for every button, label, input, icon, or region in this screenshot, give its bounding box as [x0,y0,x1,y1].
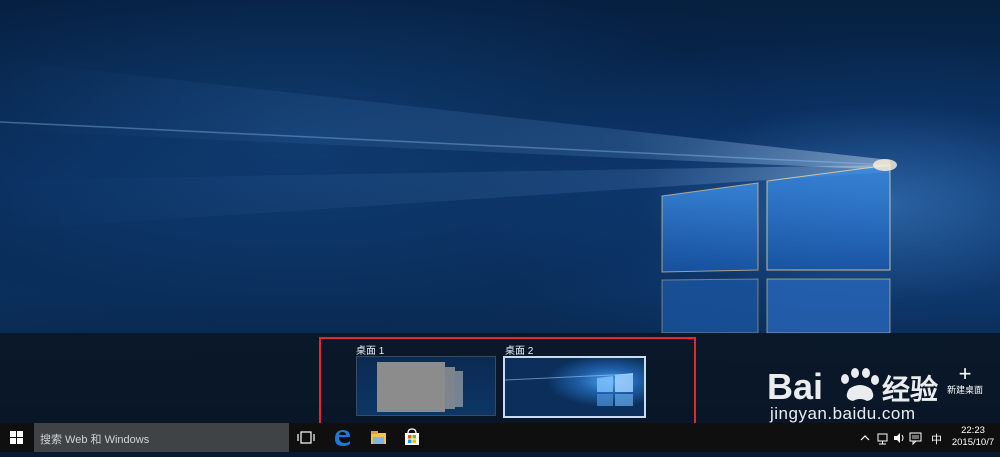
file-explorer-button[interactable] [361,423,395,452]
store-icon [405,428,419,445]
volume-icon [894,433,904,443]
tray-icons [860,432,922,446]
file-explorer-icon [371,431,386,444]
edge-button[interactable] [325,423,359,452]
desktops-highlight-box [319,337,696,425]
network-icon [877,433,888,445]
store-button[interactable] [395,423,429,452]
action-center-icon [909,432,922,446]
svg-text:经验: 经验 [882,373,938,406]
watermark-url: jingyan.baidu.com [770,404,916,423]
search-placeholder: 搜索 Web 和 Windows [40,434,150,446]
show-hidden-icons-chevron [860,435,870,441]
edge-icon [335,430,350,446]
system-tray: 中 [858,423,948,452]
clock-date: 2015/10/7 [951,437,995,448]
input-method-indicator[interactable]: 中 [931,431,942,447]
task-view-button[interactable] [289,423,323,452]
clock[interactable]: 22:23 2015/10/7 [948,425,998,449]
svg-text:Bai: Bai [767,366,823,407]
start-button[interactable] [0,423,34,452]
clock-time: 22:23 [961,425,985,436]
windows-start-icon [10,431,23,444]
search-box[interactable]: 搜索 Web 和 Windows [34,423,289,452]
task-view-icon [297,431,315,444]
taskbar: 搜索 Web 和 Windows 中 22:23 2015/10/7 [0,423,1000,452]
